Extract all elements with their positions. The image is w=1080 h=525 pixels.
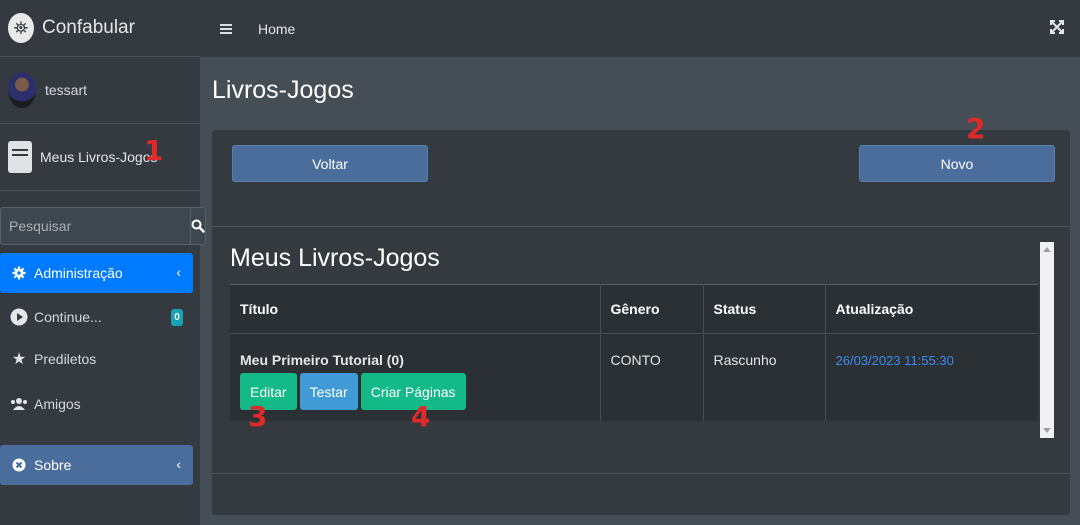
- sidebar-item-friends[interactable]: Amigos: [0, 384, 193, 424]
- play-circle-icon: [10, 308, 28, 326]
- scroll-up-icon[interactable]: [1043, 247, 1051, 252]
- menu-toggle-icon[interactable]: [220, 23, 232, 34]
- sidebar-search: [0, 207, 206, 245]
- top-navbar: Home: [200, 0, 1080, 57]
- search-icon: [191, 219, 205, 233]
- chevron-left-icon: ‹: [176, 264, 181, 280]
- column-header-status: Status: [703, 284, 826, 334]
- sidebar-item-label: Administração: [34, 265, 123, 281]
- books-table: Título Gênero Status Atualização Meu Pri…: [230, 284, 1038, 421]
- page-title: Livros-Jogos: [212, 76, 354, 104]
- lighthouse-logo-icon: ⛯: [8, 13, 34, 43]
- card-divider: [212, 226, 1070, 227]
- sidebar-item-label: Sobre: [34, 457, 72, 473]
- genre-cell: CONTO: [600, 333, 704, 421]
- annotation-3: 3: [248, 400, 268, 433]
- sidebar-item-about[interactable]: Sobre ‹: [0, 445, 193, 485]
- table-row: Meu Primeiro Tutorial (0) Editar Testar …: [230, 333, 1038, 421]
- my-books-link[interactable]: Meus Livros-Jogos: [0, 124, 200, 191]
- avatar: [8, 72, 36, 108]
- my-books-label: Meus Livros-Jogos: [40, 149, 158, 165]
- sidebar-item-continue[interactable]: Continue... 0: [0, 297, 193, 337]
- book-icon: [8, 141, 32, 173]
- user-panel[interactable]: tessart: [0, 57, 200, 124]
- annotation-2: 2: [966, 112, 986, 145]
- sidebar-item-label: Continue...: [34, 309, 102, 325]
- column-header-updated: Atualização: [825, 284, 1038, 334]
- scroll-down-icon[interactable]: [1043, 428, 1051, 433]
- home-link[interactable]: Home: [258, 21, 295, 37]
- sidebar-item-label: Amigos: [34, 396, 81, 412]
- updated-cell: 26/03/2023 11:55:30: [825, 333, 1038, 421]
- test-button[interactable]: Testar: [299, 373, 358, 410]
- new-button[interactable]: Novo: [859, 145, 1055, 182]
- section-title: Meus Livros-Jogos: [230, 244, 440, 272]
- column-header-title: Título: [230, 284, 601, 334]
- brand-name: Confabular: [42, 17, 135, 38]
- sidebar-item-favorites[interactable]: ★ Prediletos: [0, 339, 193, 379]
- card-footer-divider: [212, 473, 1070, 474]
- search-button[interactable]: [190, 207, 206, 245]
- status-cell: Rascunho: [703, 333, 826, 421]
- user-name: tessart: [45, 82, 88, 98]
- sidebar-item-administration[interactable]: Administração ‹: [0, 253, 193, 293]
- table-scrollbar[interactable]: [1040, 242, 1054, 438]
- search-input[interactable]: [0, 207, 190, 245]
- brand-link[interactable]: ⛯ Confabular: [0, 0, 200, 57]
- book-title: Meu Primeiro Tutorial (0): [240, 352, 404, 368]
- fullscreen-icon[interactable]: [1050, 20, 1064, 39]
- users-icon: [10, 395, 28, 413]
- gear-icon: [10, 264, 28, 282]
- back-button[interactable]: Voltar: [232, 145, 428, 182]
- column-header-genre: Gênero: [600, 284, 704, 334]
- sidebar-item-label: Prediletos: [34, 351, 97, 367]
- annotation-1: 1: [144, 134, 164, 167]
- updated-date-link[interactable]: 26/03/2023 11:55:30: [836, 353, 954, 368]
- table-header-row: Título Gênero Status Atualização: [230, 284, 1038, 334]
- chevron-left-icon: ‹: [176, 456, 181, 472]
- continue-count-badge: 0: [171, 309, 183, 326]
- close-circle-icon: [10, 456, 28, 474]
- star-icon: ★: [11, 351, 27, 368]
- annotation-4: 4: [411, 400, 431, 433]
